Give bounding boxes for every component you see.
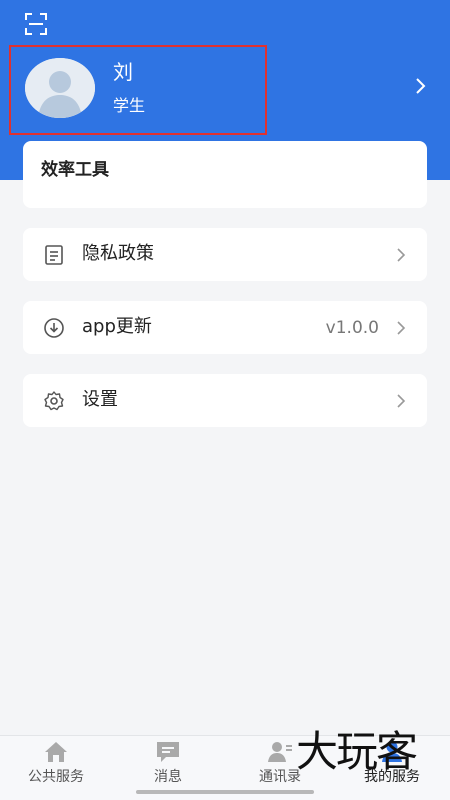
chevron-right-icon[interactable] xyxy=(414,76,428,96)
avatar-placeholder-icon xyxy=(25,58,95,118)
tab-label: 消息 xyxy=(154,769,182,785)
user-profile-block[interactable]: 刘 学生 xyxy=(9,45,267,135)
menu-item-label: 隐私政策 xyxy=(82,243,154,264)
menu-item-settings[interactable]: 设置 xyxy=(23,374,427,427)
home-icon xyxy=(45,742,67,762)
user-role: 学生 xyxy=(113,96,146,115)
chevron-right-icon xyxy=(397,321,406,335)
scan-icon[interactable] xyxy=(24,12,48,36)
document-icon xyxy=(45,245,63,265)
menu-item-app-update[interactable]: app更新 v1.0.0 xyxy=(23,301,427,354)
app-version-value: v1.0.0 xyxy=(325,318,379,338)
tab-label: 公共服务 xyxy=(28,769,84,785)
chevron-right-icon xyxy=(397,394,406,408)
efficiency-tools-card: 效率工具 xyxy=(23,141,427,208)
menu-item-label: 设置 xyxy=(82,389,118,410)
menu-item-privacy-policy[interactable]: 隐私政策 xyxy=(23,228,427,281)
menu-item-label: app更新 xyxy=(82,316,152,337)
contacts-icon xyxy=(268,742,292,762)
download-icon xyxy=(44,318,64,338)
tab-public-services[interactable]: 公共服务 xyxy=(0,736,112,800)
chevron-right-icon xyxy=(397,248,406,262)
home-indicator[interactable] xyxy=(136,790,314,794)
gear-icon xyxy=(44,391,64,411)
user-name: 刘 xyxy=(113,60,133,84)
watermark: 大玩客 xyxy=(296,727,418,776)
message-icon xyxy=(157,742,179,762)
efficiency-tools-title: 效率工具 xyxy=(41,160,109,180)
avatar xyxy=(25,58,95,118)
